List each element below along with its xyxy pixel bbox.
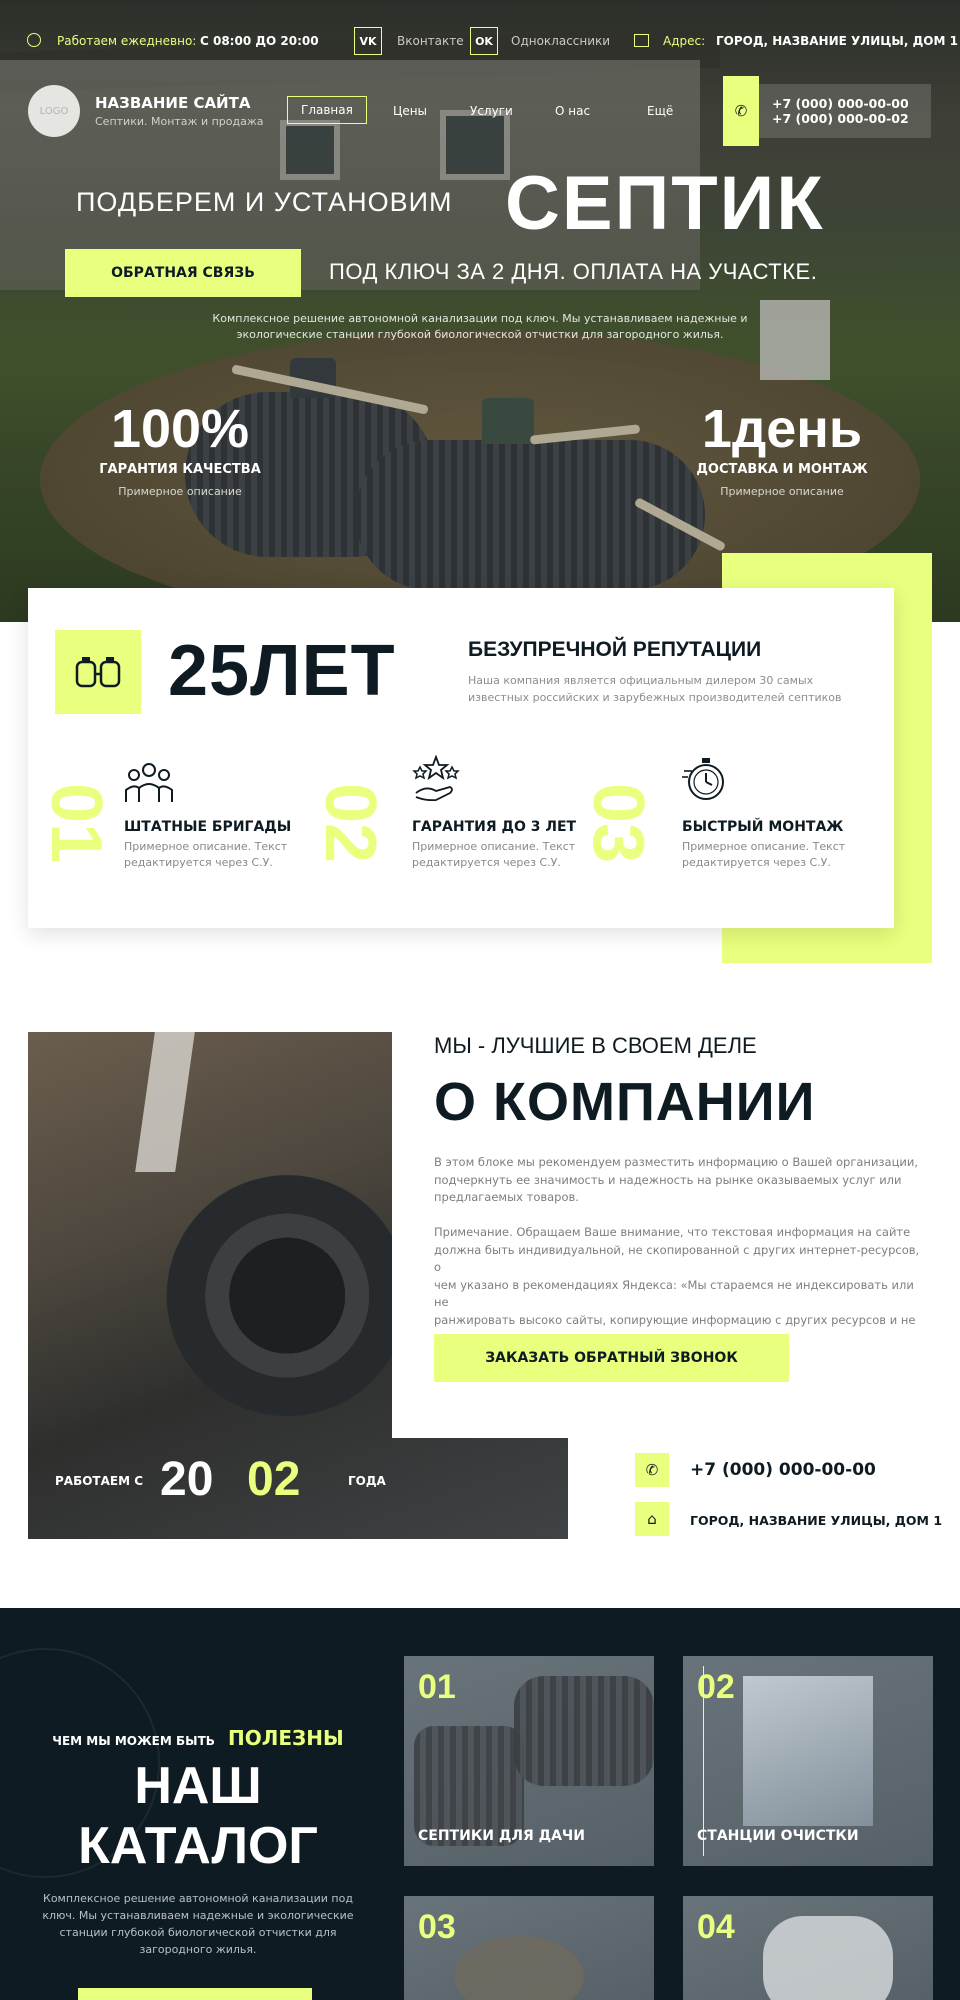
feature-description: Примерное описание. Текст редактируется … xyxy=(682,840,846,869)
hours-label: Работаем ежедневно: xyxy=(57,34,197,48)
catalog-section: ЧЕМ МЫ МОЖЕМ БЫТЬ ПОЛЕЗНЫ НАШ КАТАЛОГ Ко… xyxy=(0,1608,960,2000)
phone-icon: ✆ xyxy=(635,1453,669,1487)
product-image xyxy=(743,1676,873,1826)
catalog-number: 03 xyxy=(418,1908,456,1946)
catalog-number: 01 xyxy=(418,1668,456,1706)
years-title: БЕЗУПРЕЧНОЙ РЕПУТАЦИИ xyxy=(468,638,762,661)
years-description: Наша компания является официальным дилер… xyxy=(468,674,842,704)
feature-title: БЫСТРЫЙ МОНТАЖ xyxy=(682,819,844,835)
stat-description: Примерное описание xyxy=(720,485,844,498)
site-name: НАЗВАНИЕ САЙТА xyxy=(95,94,251,112)
stat-label: ДОСТАВКА И МОНТАЖ xyxy=(696,462,868,477)
phone-icon[interactable]: ✆ xyxy=(723,76,759,146)
catalog-description: Комплексное решение автономной канализац… xyxy=(42,1892,354,1956)
clock-icon xyxy=(27,33,41,47)
catalog-kicker: ЧЕМ МЫ МОЖЕМ БЫТЬ ПОЛЕЗНЫ xyxy=(52,1726,344,1750)
stat-value: 1день xyxy=(701,399,863,459)
stopwatch-icon xyxy=(682,758,724,800)
about-title: О КОМПАНИИ xyxy=(434,1072,816,1132)
product-image xyxy=(763,1916,893,2000)
feature-title: ГАРАНТИЯ ДО 3 ЛЕТ xyxy=(412,819,577,835)
catalog-card[interactable]: 02 СТАНЦИИ ОЧИСТКИ xyxy=(683,1656,933,1866)
since-year-a: 20 xyxy=(160,1453,214,1506)
catalog-card[interactable]: 03 xyxy=(404,1896,654,2000)
catalog-card[interactable]: 04 xyxy=(683,1896,933,2000)
hero-description: Комплексное решение автономной канализац… xyxy=(212,312,748,341)
product-image xyxy=(454,1936,584,2000)
about-address: ГОРОД, НАЗВАНИЕ УЛИЦЫ, ДОМ 1 xyxy=(690,1513,943,1528)
catalog-name: СЕПТИКИ ДЛЯ ДАЧИ xyxy=(418,1828,585,1844)
hours-value: С 08:00 ДО 20:00 xyxy=(200,34,319,48)
header-phone-1[interactable]: +7 (000) 000-00-00 xyxy=(772,96,909,111)
stat-label: ГАРАНТИЯ КАЧЕСТВА xyxy=(99,462,261,477)
since-label: РАБОТАЕМ С xyxy=(55,1474,144,1488)
vk-icon[interactable]: VK xyxy=(354,27,382,55)
feature-number: 02 xyxy=(310,782,390,864)
nav-home[interactable]: Главная xyxy=(287,96,367,124)
odnoklassniki-link[interactable]: Одноклассники xyxy=(511,34,610,48)
hero-title-small: ПОДБЕРЕМ И УСТАНОВИМ xyxy=(76,187,453,217)
stat-quality: 100% ГАРАНТИЯ КАЧЕСТВА Примерное описани… xyxy=(70,398,290,498)
map-icon: ⌂ xyxy=(635,1502,669,1536)
catalog-number: 04 xyxy=(697,1908,735,1946)
map-icon xyxy=(634,34,649,47)
catalog-title: НАШ КАТАЛОГ xyxy=(78,1757,318,1875)
order-callback-button[interactable]: ЗАКАЗАТЬ ОБРАТНЫЙ ЗВОНОК xyxy=(434,1334,789,1382)
catalog-button[interactable] xyxy=(78,1988,312,2000)
since-suffix: ГОДА xyxy=(348,1474,386,1488)
hero-feedback-button[interactable]: ОБРАТНАЯ СВЯЗЬ xyxy=(65,249,301,297)
about-phone[interactable]: +7 (000) 000-00-00 xyxy=(690,1460,876,1480)
stat-description: Примерное описание xyxy=(118,485,242,498)
hero-title-big: СЕПТИК xyxy=(505,161,825,246)
catalog-card[interactable]: 01 СЕПТИКИ ДЛЯ ДАЧИ xyxy=(404,1656,654,1866)
years-big: 25ЛЕТ xyxy=(168,631,396,711)
feature-number: 03 xyxy=(578,782,658,864)
header-phone-2[interactable]: +7 (000) 000-00-02 xyxy=(772,111,909,126)
nav-about[interactable]: О нас xyxy=(555,104,590,118)
since-year-b: 02 xyxy=(247,1453,301,1506)
logo[interactable]: LOGO xyxy=(28,85,80,137)
about-paragraph-2: Примечание. Обращаем Ваше внимание, что … xyxy=(434,1225,920,1344)
site-tagline: Септики. Монтаж и продажа xyxy=(95,115,264,128)
hero-section: Работаем ежедневно: С 08:00 ДО 20:00 VK … xyxy=(0,0,960,622)
catalog-number: 02 xyxy=(697,1668,735,1706)
nav-prices[interactable]: Цены xyxy=(393,104,427,118)
about-kicker: МЫ - ЛУЧШИЕ В СВОЕМ ДЕЛЕ xyxy=(434,1033,757,1058)
odnoklassniki-icon[interactable]: OK xyxy=(470,27,498,55)
catalog-name: СТАНЦИИ ОЧИСТКИ xyxy=(697,1828,859,1844)
guarantee-stars-icon xyxy=(412,755,460,801)
hero-subtitle: ПОД КЛЮЧ ЗА 2 ДНЯ. ОПЛАТА НА УЧАСТКЕ. xyxy=(329,259,818,284)
address-label: Адрес: xyxy=(663,34,706,48)
stat-delivery: 1день ДОСТАВКА И МОНТАЖ Примерное описан… xyxy=(672,398,892,498)
feature-description: Примерное описание. Текст редактируется … xyxy=(412,840,576,869)
team-icon xyxy=(125,763,173,802)
stat-value: 100% xyxy=(110,399,250,459)
feature-description: Примерное описание. Текст редактируется … xyxy=(124,840,288,869)
feature-number: 01 xyxy=(36,782,116,864)
about-paragraph-1: В этом блоке мы рекомендуем разместить и… xyxy=(434,1155,919,1204)
nav-services[interactable]: Услуги xyxy=(470,104,513,118)
address-value: ГОРОД, НАЗВАНИЕ УЛИЦЫ, ДОМ 1 xyxy=(716,34,958,48)
feature-title: ШТАТНЫЕ БРИГАДЫ xyxy=(124,819,292,835)
tanks-icon xyxy=(55,630,141,714)
product-image xyxy=(514,1676,654,1786)
vk-link[interactable]: Вконтакте xyxy=(397,34,464,48)
nav-more[interactable]: Ещё xyxy=(647,104,673,118)
